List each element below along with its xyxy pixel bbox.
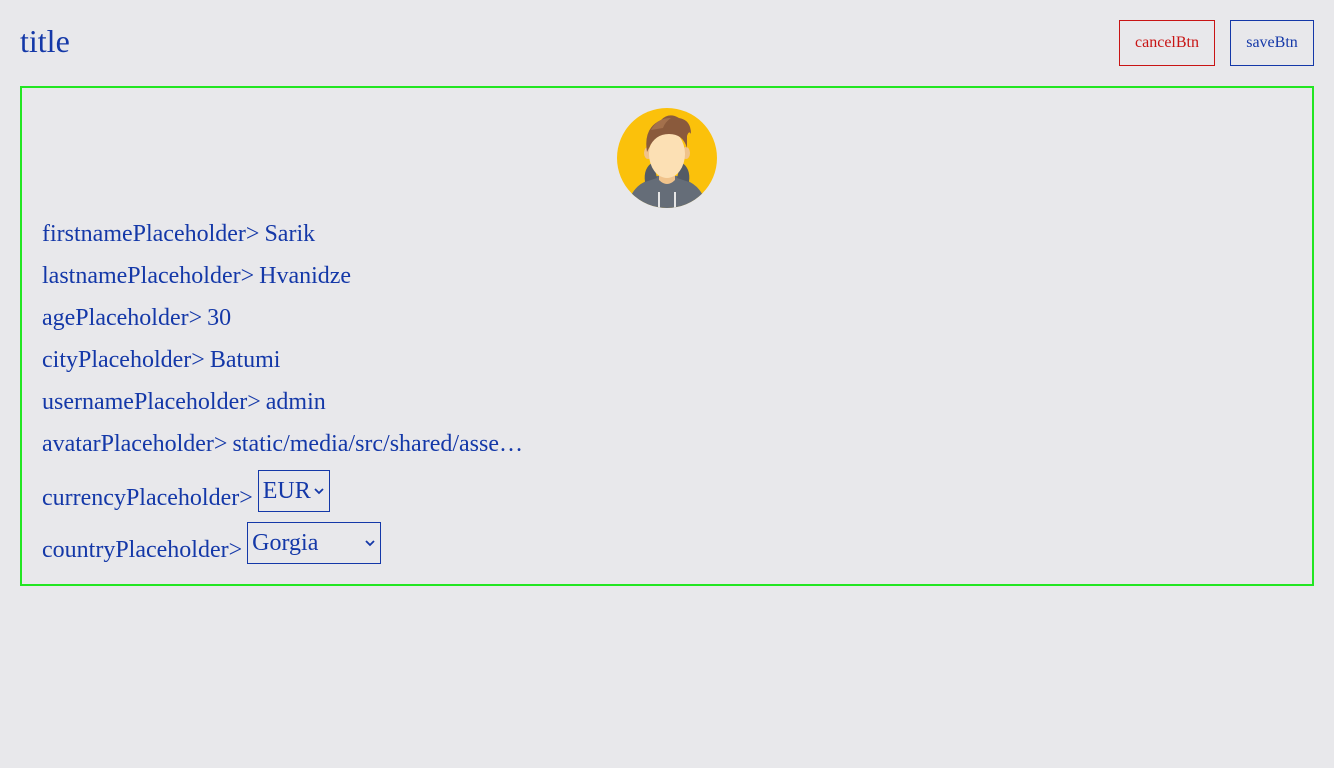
currency-row: currencyPlaceholder> EUR bbox=[42, 470, 330, 512]
firstname-label: firstnamePlaceholder> bbox=[42, 221, 260, 247]
firstname-row: firstnamePlaceholder> Sarik bbox=[42, 220, 315, 248]
profile-card: firstnamePlaceholder> Sarik lastnamePlace… bbox=[20, 86, 1314, 586]
save-button[interactable]: saveBtn bbox=[1230, 20, 1314, 66]
chevron-down-icon bbox=[314, 488, 324, 495]
page-title: title bbox=[20, 23, 70, 59]
firstname-value: Sarik bbox=[264, 221, 316, 247]
country-row: countryPlaceholder> Gorgia bbox=[42, 522, 382, 564]
lastname-value: Hvanidze bbox=[259, 263, 352, 289]
age-label: agePlaceholder> bbox=[42, 305, 203, 331]
avatar-user-icon bbox=[617, 108, 717, 208]
page-header: title cancelBtn saveBtn bbox=[20, 20, 1314, 66]
currency-select[interactable]: EUR bbox=[257, 470, 330, 512]
avatar-value: static/media/src/shared/asse… bbox=[232, 431, 524, 457]
chevron-down-icon bbox=[365, 540, 375, 547]
lastname-label: lastnamePlaceholder> bbox=[42, 263, 255, 289]
username-row: usernamePlaceholder> admin bbox=[42, 388, 326, 416]
country-selected-value: Gorgia bbox=[252, 530, 319, 556]
cancel-button[interactable]: cancelBtn bbox=[1119, 20, 1215, 66]
city-label: cityPlaceholder> bbox=[42, 347, 205, 373]
username-label: usernamePlaceholder> bbox=[42, 389, 261, 415]
city-row: cityPlaceholder> Batumi bbox=[42, 346, 280, 374]
city-value: Batumi bbox=[209, 347, 281, 373]
avatar-label: avatarPlaceholder> bbox=[42, 431, 228, 457]
country-label: countryPlaceholder> bbox=[42, 537, 243, 563]
age-value: 30 bbox=[207, 305, 232, 331]
username-value: admin bbox=[265, 389, 326, 415]
avatar-row: avatarPlaceholder> static/media/src/share… bbox=[42, 430, 523, 458]
lastname-row: lastnamePlaceholder> Hvanidze bbox=[42, 262, 351, 290]
currency-label: currencyPlaceholder> bbox=[42, 485, 253, 511]
age-row: agePlaceholder> 30 bbox=[42, 304, 231, 332]
country-select[interactable]: Gorgia bbox=[247, 522, 382, 564]
currency-selected-value: EUR bbox=[262, 478, 311, 504]
